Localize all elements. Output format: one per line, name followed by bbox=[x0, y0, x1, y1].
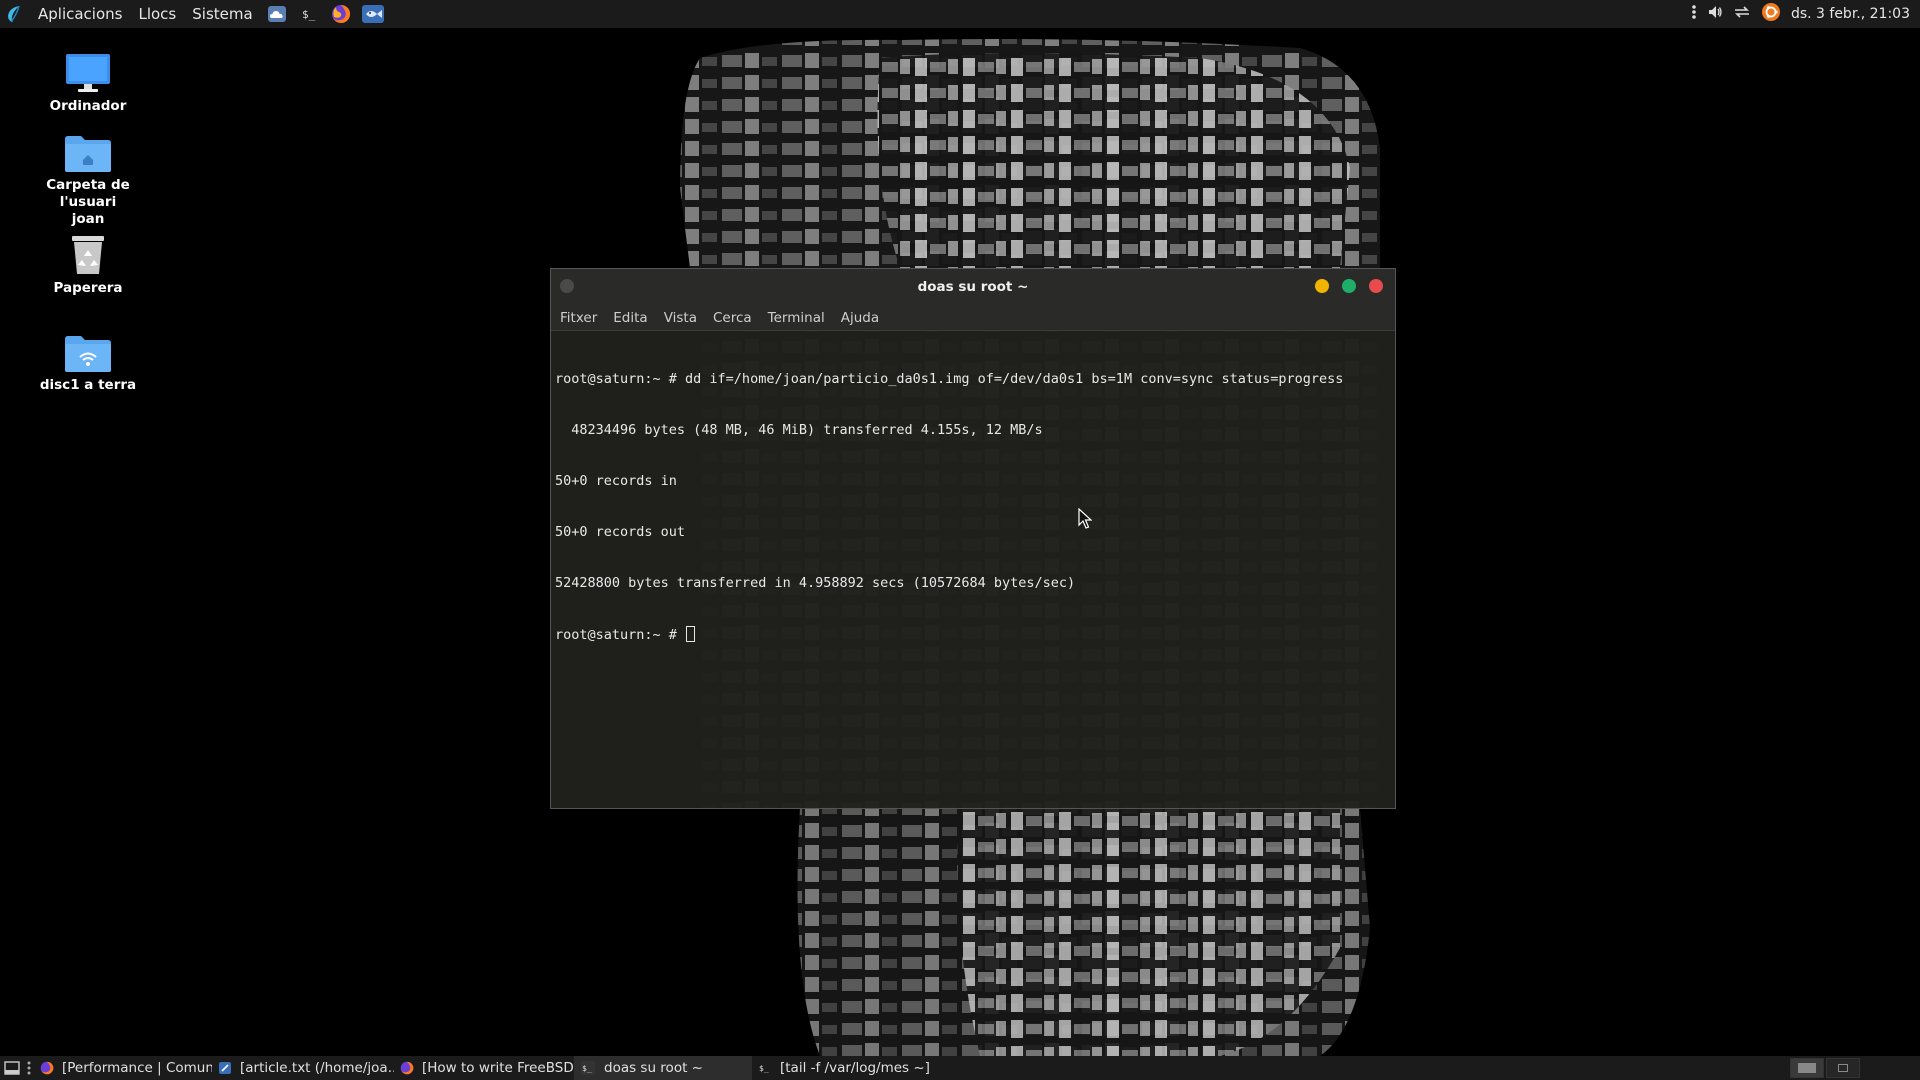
taskbar-item[interactable]: [How to write FreeBSD ... bbox=[394, 1056, 574, 1080]
desktop-icon-label: disc1 a terra bbox=[37, 377, 139, 394]
fish-icon[interactable] bbox=[360, 1, 386, 27]
window-title: doas su root ~ bbox=[917, 279, 1029, 295]
terminal-window[interactable]: doas su root ~ Fitxer Edita Vista Cerca … bbox=[550, 268, 1396, 809]
menu-dots-icon[interactable] bbox=[1691, 4, 1697, 24]
terminal-icon: $_ bbox=[580, 1060, 596, 1076]
desktop-icon-trash[interactable]: Paperera bbox=[18, 232, 158, 297]
taskbar-item-label: [article.txt (/home/joa... bbox=[240, 1060, 394, 1076]
taskbar-item[interactable]: $_ [tail -f /var/log/mes ~] bbox=[752, 1056, 934, 1080]
menu-edit[interactable]: Edita bbox=[613, 310, 647, 326]
desktop-screen: Aplicacions Llocs Sistema $_ ds. 3 febr.… bbox=[0, 0, 1920, 1080]
taskbar-handle-icon[interactable] bbox=[24, 1056, 34, 1080]
maximize-button[interactable] bbox=[1342, 279, 1356, 293]
home-folder-icon bbox=[65, 136, 111, 172]
workspace-2[interactable] bbox=[1826, 1058, 1860, 1078]
terminal-menubar: Fitxer Edita Vista Cerca Terminal Ajuda bbox=[551, 305, 1395, 331]
editor-icon bbox=[218, 1060, 232, 1076]
taskbar-item[interactable]: [Performance | Comun... bbox=[34, 1056, 212, 1080]
taskbar-item[interactable]: [article.txt (/home/joa... bbox=[212, 1056, 394, 1080]
mouse-pointer-icon bbox=[1078, 508, 1092, 529]
terminal-line: 50+0 records in bbox=[555, 473, 677, 489]
ubuntu-icon[interactable] bbox=[1761, 2, 1781, 26]
desktop-icon-label: Paperera bbox=[53, 280, 123, 296]
terminal-line: 52428800 bytes transferred in 4.958892 s… bbox=[555, 575, 1076, 591]
minimize-button[interactable] bbox=[1315, 279, 1329, 293]
desktop-icon-home-folder[interactable]: Carpeta de l'usuari joan bbox=[18, 133, 158, 228]
mate-logo-icon[interactable] bbox=[3, 3, 25, 25]
volume-icon[interactable] bbox=[1707, 4, 1723, 24]
firefox-icon bbox=[400, 1060, 414, 1076]
workspace-switcher bbox=[1790, 1058, 1860, 1078]
close-button[interactable] bbox=[1369, 279, 1383, 293]
clock[interactable]: ds. 3 febr., 21:03 bbox=[1791, 6, 1910, 22]
terminal-line: root@saturn:~ # dd if=/home/joan/partici… bbox=[555, 371, 1344, 387]
text-cursor bbox=[686, 626, 696, 642]
svg-text:$_: $_ bbox=[759, 1064, 769, 1073]
taskbar-item-label: [Performance | Comun... bbox=[62, 1060, 212, 1076]
taskbar-item-active[interactable]: $_ doas su root ~ bbox=[574, 1056, 752, 1080]
menu-system[interactable]: Sistema bbox=[184, 0, 260, 28]
workspace-1[interactable] bbox=[1790, 1058, 1824, 1078]
menu-help[interactable]: Ajuda bbox=[841, 310, 879, 326]
trash-icon bbox=[72, 236, 104, 274]
show-desktop-button[interactable] bbox=[0, 1056, 24, 1080]
svg-text:$_: $_ bbox=[582, 1064, 592, 1073]
top-panel: Aplicacions Llocs Sistema $_ ds. 3 febr.… bbox=[0, 0, 1920, 28]
menu-places[interactable]: Llocs bbox=[130, 0, 184, 28]
taskbar-item-label: [tail -f /var/log/mes ~] bbox=[780, 1060, 930, 1076]
firefox-icon bbox=[40, 1060, 54, 1076]
terminal-icon[interactable]: $_ bbox=[296, 1, 322, 27]
firefox-icon[interactable] bbox=[328, 1, 354, 27]
menu-applications[interactable]: Aplicacions bbox=[30, 0, 130, 28]
terminal-prompt-line[interactable]: root@saturn:~ # bbox=[555, 626, 1395, 643]
show-desktop-icon bbox=[4, 1061, 20, 1075]
desktop-icon-label: Ordinador bbox=[49, 98, 127, 114]
system-tray: ds. 3 febr., 21:03 bbox=[1691, 0, 1910, 28]
terminal-output[interactable]: root@saturn:~ # dd if=/home/joan/partici… bbox=[553, 331, 1395, 808]
network-icon[interactable] bbox=[1733, 4, 1751, 24]
svg-text:$_: $_ bbox=[302, 8, 316, 21]
desktop-icon-computer[interactable]: Ordinador bbox=[18, 52, 158, 115]
menu-terminal[interactable]: Terminal bbox=[768, 310, 825, 326]
menu-view[interactable]: Vista bbox=[664, 310, 697, 326]
terminal-titlebar[interactable]: doas su root ~ bbox=[551, 269, 1395, 305]
taskbar-item-label: [How to write FreeBSD ... bbox=[422, 1060, 574, 1076]
desktop-icon-label: Carpeta de l'usuari joan bbox=[46, 177, 130, 227]
taskbar: [Performance | Comun... [article.txt (/h… bbox=[0, 1056, 1920, 1080]
menu-search[interactable]: Cerca bbox=[713, 310, 752, 326]
taskbar-item-label: doas su root ~ bbox=[604, 1060, 703, 1076]
terminal-line: 50+0 records out bbox=[555, 524, 686, 540]
desktop-icon-network-folder[interactable]: disc1 a terra bbox=[18, 333, 158, 394]
menu-file[interactable]: Fitxer bbox=[560, 310, 597, 326]
terminal-line: 48234496 bytes (48 MB, 46 MiB) transferr… bbox=[555, 422, 1043, 438]
computer-icon bbox=[66, 54, 110, 92]
terminal-icon: $_ bbox=[758, 1060, 772, 1076]
cloud-icon[interactable] bbox=[264, 1, 290, 27]
terminal-prompt: root@saturn:~ # bbox=[555, 627, 686, 643]
network-folder-icon bbox=[65, 336, 111, 372]
